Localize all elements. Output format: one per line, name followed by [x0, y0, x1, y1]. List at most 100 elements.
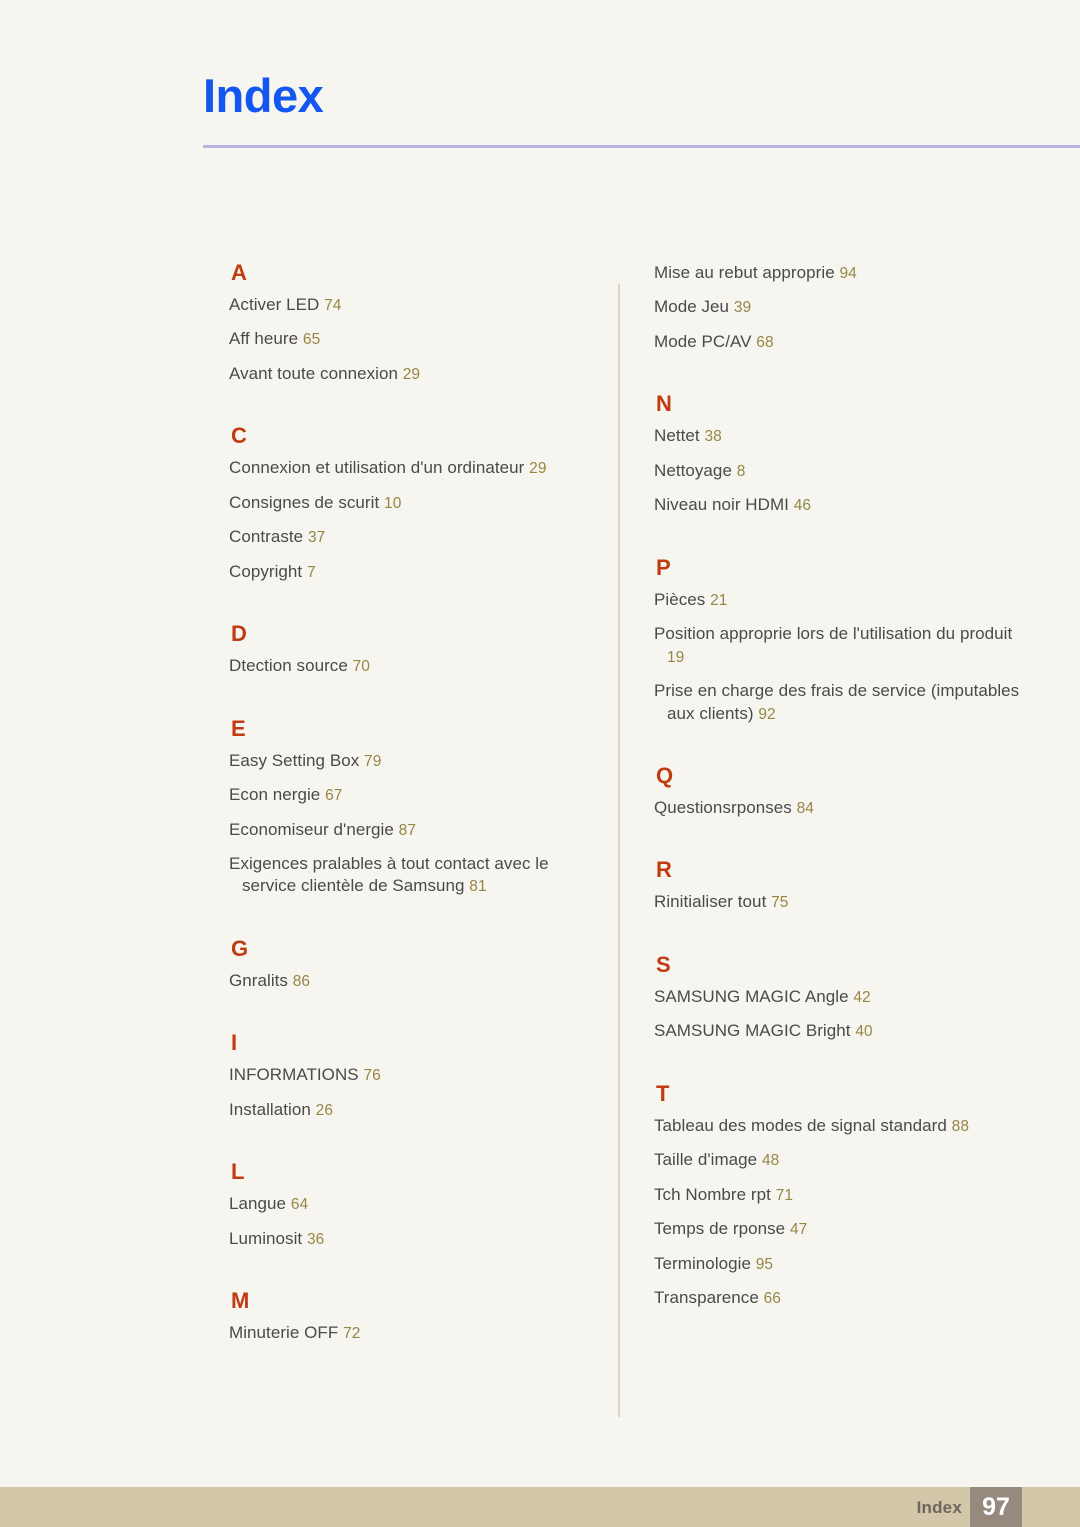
index-entry-page: 76 — [363, 1067, 381, 1085]
index-entry-page: 40 — [855, 1023, 873, 1041]
index-entry-page: 10 — [384, 494, 402, 512]
index-entry[interactable]: Terminologie 95 — [654, 1253, 1026, 1275]
index-entry-page: 95 — [755, 1255, 774, 1273]
letter-group: A Activer LED 74 Aff heure 65 Avant toute c… — [229, 262, 601, 385]
index-entry-label: SAMSUNG MAGIC Angle — [654, 986, 854, 1006]
index-entry-label: Nettet — [654, 426, 705, 446]
index-entry-label: Prise en charge des frais de service (im… — [654, 681, 1020, 723]
index-entry[interactable]: Rinitialiser tout 75 — [654, 891, 1026, 913]
index-entry[interactable]: Questionsrponses 84 — [654, 797, 1026, 819]
index-entry-label: Tableau des modes de signal standard — [654, 1115, 952, 1135]
index-column-right: Mise au rebut approprie 94 Mode Jeu 39 Mod… — [654, 262, 1026, 1321]
index-entry[interactable]: Contraste 37 — [229, 526, 601, 548]
index-entry-page: 72 — [343, 1325, 361, 1343]
index-entry-label: Nettoyage — [654, 460, 737, 480]
index-entry-page: 29 — [402, 365, 421, 383]
letter-group: S SAMSUNG MAGIC Angle 42 SAMSUNG MAGIC Bri… — [654, 926, 1026, 1043]
index-entry[interactable]: Installation 26 — [229, 1099, 601, 1121]
index-entry[interactable]: SAMSUNG MAGIC Angle 42 — [654, 986, 1026, 1008]
title-divider — [203, 145, 1080, 148]
index-entry[interactable]: Mode Jeu 39 — [654, 296, 1026, 318]
letter-group: M Minuterie OFF 72 — [229, 1262, 601, 1344]
index-entry-page: 86 — [292, 972, 311, 990]
index-entry-page: 64 — [290, 1196, 309, 1214]
index-entry[interactable]: Avant toute connexion 29 — [229, 363, 601, 385]
index-entry-page: 79 — [364, 752, 382, 770]
index-entry-label: Econ nergie — [229, 785, 326, 805]
index-entry[interactable]: Econ nergie 67 — [229, 784, 601, 806]
index-entry-label: Copyright — [229, 561, 307, 581]
index-entry[interactable]: Copyright 7 — [229, 561, 601, 583]
index-entry-label: Transparence — [654, 1288, 764, 1308]
index-entry-page: 8 — [736, 462, 746, 480]
index-entry[interactable]: Position approprie lors de l'utilisation… — [654, 623, 1026, 668]
column-divider — [618, 284, 620, 1417]
letter-heading-n: N — [656, 391, 672, 417]
index-entry-page: 75 — [771, 894, 789, 912]
index-entry[interactable]: INFORMATIONS 76 — [229, 1064, 601, 1086]
index-entry-page: 74 — [324, 297, 342, 314]
index-entry[interactable]: Mode PC/AV 68 — [654, 331, 1026, 353]
index-entry-page: 81 — [469, 878, 487, 896]
index-entry[interactable]: Luminosit 36 — [229, 1228, 601, 1250]
page-header: Index — [0, 0, 1080, 150]
index-entry-label: Minuterie OFF — [229, 1323, 344, 1343]
index-entry[interactable]: Temps de rponse 47 — [654, 1218, 1026, 1240]
index-entry-label: INFORMATIONS — [229, 1065, 364, 1085]
letter-group: G Gnralits 86 — [229, 910, 601, 992]
index-entry[interactable]: Tableau des modes de signal standard 88 — [654, 1115, 1026, 1137]
index-column-left: A Activer LED 74 Aff heure 65 Avant toute c… — [229, 262, 601, 1357]
letter-heading-i: I — [231, 1030, 238, 1056]
index-entry[interactable]: Pièces 21 — [654, 589, 1026, 611]
letter-heading-q: Q — [656, 762, 674, 788]
index-entry-label: Consignes de scurit — [229, 492, 385, 512]
index-entry[interactable]: Minuterie OFF 72 — [229, 1322, 601, 1344]
index-entry-label: Mise au rebut approprie — [654, 263, 840, 282]
index-entry[interactable]: Nettoyage 8 — [654, 460, 1026, 482]
index-entry-page: 19 — [667, 648, 685, 666]
index-entry[interactable]: Aff heure 65 — [229, 328, 601, 350]
letter-heading-d: D — [231, 621, 247, 647]
index-entry-page: 39 — [733, 299, 752, 317]
index-entry[interactable]: Nettet 38 — [654, 425, 1026, 447]
index-entry-label: Connexion et utilisation d'un ordinateur — [229, 458, 530, 478]
index-entry[interactable]: Activer LED 74 — [229, 294, 601, 316]
index-entry-label: Terminologie — [654, 1253, 756, 1273]
letter-heading-c: C — [231, 423, 247, 449]
index-entry-label: Contraste — [229, 527, 308, 547]
index-entry-label: Luminosit — [229, 1228, 307, 1248]
letter-group: E Easy Setting Box 79 Econ nergie 67 Econom… — [229, 690, 601, 898]
index-entry-label: Avant toute connexion — [229, 363, 403, 383]
index-entry-label: Installation — [229, 1099, 316, 1119]
letter-heading-r: R — [656, 857, 672, 883]
letter-group: Q Questionsrponses 84 — [654, 737, 1026, 819]
index-entry-page: 47 — [789, 1221, 808, 1239]
index-entry[interactable]: SAMSUNG MAGIC Bright 40 — [654, 1020, 1026, 1042]
index-entry[interactable]: Tch Nombre rpt 71 — [654, 1184, 1026, 1206]
index-entry-label: Easy Setting Box — [229, 750, 365, 770]
index-entry-page: 42 — [853, 988, 871, 1006]
index-entry[interactable]: Gnralits 86 — [229, 970, 601, 992]
index-entry[interactable]: Exigences pralables à tout contact avec … — [229, 853, 601, 898]
index-entry[interactable]: Transparence 66 — [654, 1287, 1026, 1309]
index-entry[interactable]: Niveau noir HDMI 46 — [654, 494, 1026, 516]
index-entry[interactable]: Economiseur d'nergie 87 — [229, 819, 601, 841]
index-entry[interactable]: Prise en charge des frais de service (im… — [654, 680, 1026, 725]
index-entry[interactable]: Consignes de scurit 10 — [229, 492, 601, 514]
index-entry[interactable]: Langue 64 — [229, 1193, 601, 1215]
index-entry-page: 37 — [307, 529, 326, 547]
index-entry[interactable]: Connexion et utilisation d'un ordinateur… — [229, 457, 601, 479]
index-columns: A Activer LED 74 Aff heure 65 Avant toute c… — [0, 262, 1080, 1442]
index-entry-label: Gnralits — [229, 970, 293, 990]
footer-page-number: 97 — [970, 1487, 1022, 1527]
index-entry-page: 46 — [793, 497, 812, 515]
index-entry[interactable]: Taille d'image 48 — [654, 1149, 1026, 1171]
index-entry[interactable]: Dtection source 70 — [229, 655, 601, 677]
index-entry[interactable]: Mise au rebut approprie 94 — [654, 262, 1026, 284]
index-entry-label: Economiseur d'nergie — [229, 819, 399, 839]
index-entry[interactable]: Easy Setting Box 79 — [229, 750, 601, 772]
letter-group: Mise au rebut approprie 94 Mode Jeu 39 Mod… — [654, 262, 1026, 353]
index-entry-page: 65 — [302, 331, 321, 349]
index-entry-label: Rinitialiser tout — [654, 892, 772, 912]
index-entry-label: Dtection source — [229, 656, 353, 676]
